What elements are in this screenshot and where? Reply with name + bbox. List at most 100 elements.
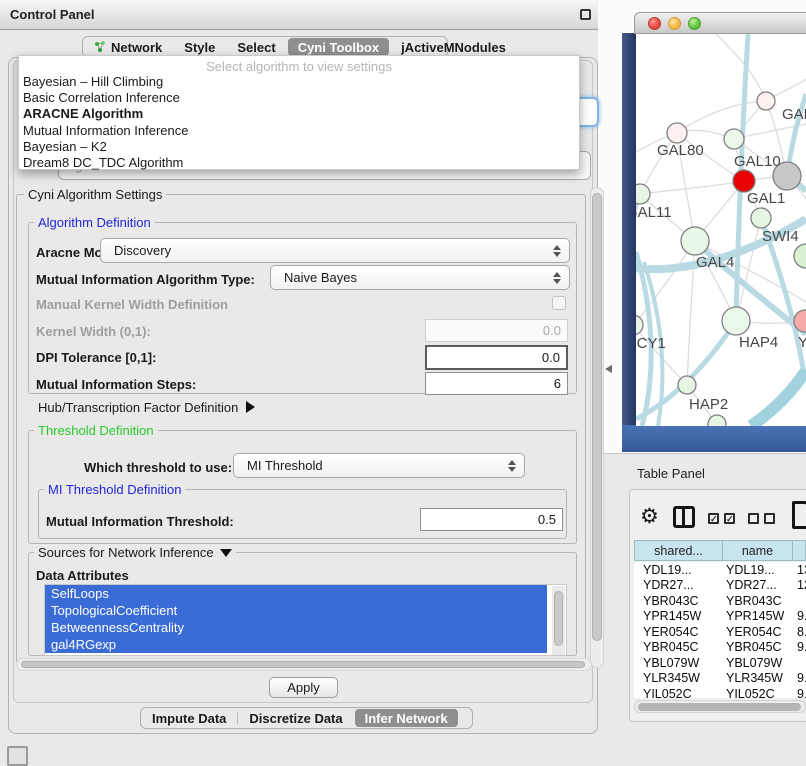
table-row[interactable]: YIL052CYIL052C9. (634, 686, 806, 698)
table-cell: YLR345W (634, 671, 722, 685)
data-attribute-item[interactable]: TopologicalCoefficient (45, 602, 547, 619)
algorithm-option[interactable]: Bayesian – Hill Climbing (19, 74, 579, 90)
select-all-checkbox-icon[interactable]: ✓ (708, 513, 719, 524)
table-cell: YDR27... (634, 578, 722, 592)
tab-infer-network[interactable]: Infer Network (355, 709, 458, 727)
mi-threshold-field[interactable]: 0.5 (420, 508, 563, 531)
sources-group-title[interactable]: Sources for Network Inference (34, 545, 236, 560)
table-header-cell[interactable]: name (723, 541, 793, 560)
window-minimize-icon[interactable] (668, 17, 681, 30)
table-row[interactable]: YDL19...YDL19...13 (634, 562, 806, 578)
table-cell: YDL19... (634, 563, 722, 577)
mi-algorithm-type-label: Mutual Information Algorithm Type: (36, 272, 255, 287)
table-row[interactable]: YLR345WYLR345W9. (634, 671, 806, 687)
window-zoom-icon[interactable] (688, 17, 701, 30)
kernel-width-field: 0.0 (425, 319, 568, 342)
table-row[interactable]: YBR045CYBR045C9. (634, 640, 806, 656)
manual-kernel-label: Manual Kernel Width Definition (36, 297, 228, 312)
control-panel-titlebar: Control Panel ✖ (0, 0, 620, 30)
tab-jactivemnodules[interactable]: jActiveMNodules (390, 37, 517, 57)
import-table-file-icon[interactable] (792, 501, 806, 529)
tab-cyni-toolbox[interactable]: Cyni Toolbox (288, 38, 389, 56)
dpi-tolerance-label: DPI Tolerance [0,1]: (36, 350, 156, 365)
network-node-label: GAL80 (657, 142, 704, 159)
table-settings-gear-icon[interactable]: ⚙ (640, 504, 659, 529)
network-node-label: GAL1 (747, 190, 785, 207)
restore-panel-button[interactable] (7, 746, 28, 766)
network-node[interactable] (724, 129, 744, 149)
network-window-titlebar[interactable] (634, 12, 806, 34)
window-close-icon[interactable] (648, 17, 661, 30)
table-cell: YBL079W (722, 656, 792, 670)
settings-horizontal-scrollbar-thumb[interactable] (21, 661, 585, 668)
manual-kernel-checkbox[interactable] (552, 296, 566, 310)
splitter-collapse-icon[interactable] (605, 365, 612, 373)
table-row[interactable]: YBR043CYBR043C (634, 593, 806, 609)
network-node[interactable] (757, 92, 775, 110)
data-attribute-item[interactable]: BetweennessCentrality (45, 619, 547, 636)
table-cell: YDR27... (722, 578, 792, 592)
table-panel-title: Table Panel (637, 466, 705, 481)
mi-threshold-label: Mutual Information Threshold: (46, 514, 234, 529)
table-header-cell[interactable]: shared... (635, 541, 723, 560)
algorithm-option[interactable]: Dream8 DC_TDC Algorithm (19, 155, 579, 171)
sources-title-text: Sources for Network Inference (38, 545, 214, 560)
data-attributes-list[interactable]: SelfLoopsTopologicalCoefficientBetweenne… (44, 584, 567, 656)
column-chooser-icon[interactable] (673, 506, 695, 528)
network-node[interactable] (733, 170, 755, 192)
algorithm-option[interactable]: Mutual Information Inference (19, 123, 579, 139)
tab-select[interactable]: Select (226, 37, 286, 57)
cyni-bottom-tabbar: Impute Data Discretize Data Infer Networ… (140, 707, 473, 729)
tab-impute-data[interactable]: Impute Data (141, 708, 237, 728)
table-row[interactable]: YBL079WYBL079W (634, 655, 806, 671)
network-node[interactable] (722, 307, 750, 335)
settings-horizontal-scrollbar[interactable] (16, 658, 592, 671)
table-cell: YER054C (634, 625, 722, 639)
attributes-list-scrollbar-thumb[interactable] (554, 591, 563, 646)
table-cell: 9. (792, 640, 806, 654)
which-threshold-combo[interactable]: MI Threshold (233, 453, 525, 478)
table-row[interactable]: YDR27...YDR27...12 (634, 578, 806, 594)
network-view-canvas[interactable]: GALGAL80GAL10GAL1GAL11SWI4GAL4GCY1HAP4YH… (636, 34, 806, 426)
aracne-mode-combo[interactable]: Discovery (100, 238, 570, 263)
apply-button[interactable]: Apply (269, 677, 338, 698)
algorithm-option[interactable]: Bayesian – K2 (19, 139, 579, 155)
table-cell: YLR345W (722, 671, 792, 685)
table-header-cell[interactable] (793, 541, 806, 560)
data-attributes-items: SelfLoopsTopologicalCoefficientBetweenne… (45, 585, 566, 653)
table-cell: YER054C (722, 625, 792, 639)
algorithm-option[interactable]: Basic Correlation Inference (19, 90, 579, 106)
network-node[interactable] (681, 227, 709, 255)
mi-algorithm-type-combo[interactable]: Naive Bayes (270, 265, 570, 290)
table-row[interactable]: YER054CYER054C8. (634, 624, 806, 640)
hub-transcription-section-toggle[interactable]: Hub/Transcription Factor Definition (38, 400, 255, 415)
float-panel-icon[interactable] (580, 9, 591, 20)
settings-vertical-scrollbar-thumb[interactable] (592, 193, 602, 641)
mi-steps-field[interactable]: 6 (425, 372, 568, 395)
settings-vertical-scrollbar[interactable] (590, 187, 604, 668)
network-node[interactable] (678, 376, 696, 394)
algorithm-option[interactable]: ARACNE Algorithm (19, 106, 579, 122)
algorithm-popup-list: Bayesian – Hill ClimbingBasic Correlatio… (19, 74, 579, 171)
deselect-all-checkbox-icon[interactable] (764, 513, 775, 524)
data-attribute-item[interactable]: SelfLoops (45, 585, 547, 602)
table-row[interactable]: YPR145WYPR145W9. (634, 609, 806, 625)
select-all-checkbox-icon[interactable]: ✓ (724, 513, 735, 524)
tab-discretize-data[interactable]: Discretize Data (238, 708, 353, 728)
network-node[interactable] (636, 184, 650, 204)
network-node[interactable] (794, 244, 806, 268)
table-cell: YDL19... (722, 563, 792, 577)
tab-style[interactable]: Style (173, 37, 226, 57)
network-node[interactable] (751, 208, 771, 228)
deselect-all-checkbox-icon[interactable] (748, 513, 759, 524)
dpi-tolerance-field[interactable]: 0.0 (425, 345, 568, 370)
network-node-label: HAP4 (739, 334, 778, 351)
data-attribute-item[interactable]: gal4RGexp (45, 636, 547, 653)
table-cell: YBL079W (634, 656, 722, 670)
table-horizontal-scrollbar[interactable] (634, 700, 806, 713)
network-node[interactable] (636, 315, 643, 335)
attributes-list-scrollbar[interactable] (552, 586, 565, 656)
table-horizontal-scrollbar-thumb[interactable] (638, 703, 801, 711)
tab-network[interactable]: Network (83, 37, 173, 57)
network-node[interactable] (667, 123, 687, 143)
